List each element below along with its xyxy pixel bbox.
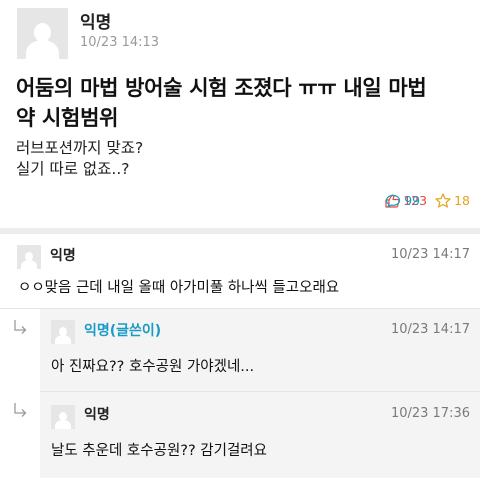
comment-text: 아 진짜요?? 호수공원 가야겠네...	[51, 359, 255, 375]
comment-date: 10/23 17:36	[390, 406, 470, 421]
comment-date: 10/23 14:17	[390, 322, 470, 337]
reply-arrow-icon	[14, 320, 27, 334]
post-stats: 123 99 18	[377, 193, 470, 208]
speech-bubble-icon	[386, 194, 401, 207]
comment-item: 익명 10/23 14:17 ㅇㅇ맞음 근데 내일 올때 아가미풀 하나씩 들고…	[0, 234, 480, 314]
post-author: 익명	[80, 13, 112, 33]
post-content-line: 실기 따로 없죠..?	[16, 160, 130, 178]
comment-count-button[interactable]: 99	[385, 193, 480, 208]
post-content-line: 러브포션까지 맞죠?	[16, 139, 144, 157]
reply-item: 익명 10/23 17:36 날도 추운데 호수공원?? 감기걸려요	[0, 392, 480, 478]
default-avatar-icon	[51, 320, 75, 344]
default-avatar-icon	[17, 245, 41, 269]
post-title: 어둠의 마법 방어술 시험 조졌다 ㅠㅠ 내일 마법 약 시험범위	[16, 73, 466, 133]
comment-count: 99	[404, 193, 421, 208]
post-date: 10/23 14:13	[80, 35, 160, 50]
reply-arrow-icon	[14, 403, 27, 417]
post-card: 익명 10/23 14:13 어둠의 마법 방어술 시험 조졌다 ㅠㅠ 내일 마…	[0, 0, 480, 228]
comment-author-writer: 익명(글쓴이)	[84, 323, 162, 339]
author-avatar-icon	[17, 8, 68, 59]
post-title-line-2: 약 시험범위	[16, 106, 119, 130]
comment-date: 10/23 14:17	[390, 247, 470, 262]
post-title-line-1: 어둠의 마법 방어술 시험 조졌다 ㅠㅠ 내일 마법	[16, 76, 427, 100]
default-avatar-icon	[51, 405, 75, 429]
reply-item: 익명(글쓴이) 10/23 14:17 아 진짜요?? 호수공원 가야겠네...	[0, 309, 480, 391]
comment-author: 익명	[84, 407, 110, 423]
comment-text: 날도 추운데 호수공원?? 감기걸려요	[51, 443, 267, 459]
post-content: 러브포션까지 맞죠? 실기 따로 없죠..?	[16, 138, 456, 180]
comment-author: 익명	[50, 248, 76, 264]
comment-text: ㅇㅇ맞음 근데 내일 올때 아가미풀 하나씩 들고오래요	[18, 280, 340, 296]
